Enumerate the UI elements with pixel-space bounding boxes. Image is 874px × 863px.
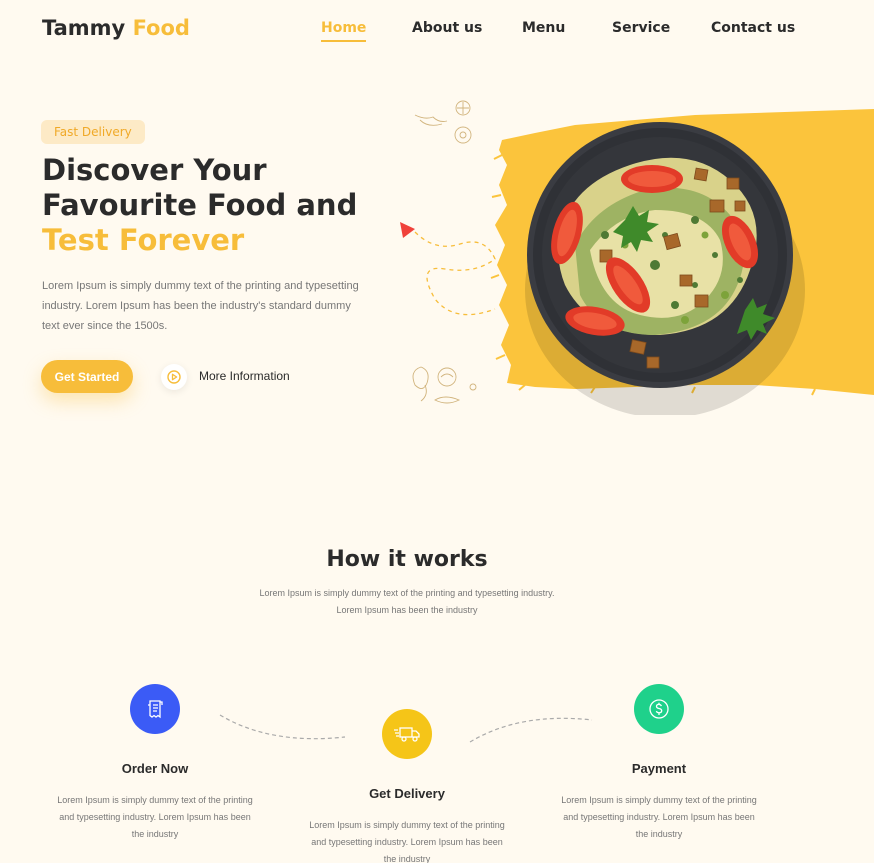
dollar-coin-icon <box>649 699 669 719</box>
step-desc-get-delivery: Lorem Ipsum is simply dummy text of the … <box>309 820 505 863</box>
step-title-get-delivery: Get Delivery <box>369 786 445 801</box>
play-circle-icon <box>167 370 181 384</box>
paper-plane-icon <box>400 222 415 238</box>
get-delivery-icon-circle <box>382 709 432 759</box>
step-title-payment: Payment <box>631 761 687 776</box>
order-now-icon-circle <box>130 684 180 734</box>
brand-name-part2: Food <box>132 16 190 40</box>
get-started-button[interactable]: Get Started <box>41 360 133 393</box>
step-desc-payment: Lorem Ipsum is simply dummy text of the … <box>561 795 757 839</box>
food-doodle-icons <box>412 100 477 404</box>
nav-menu[interactable]: Menu <box>522 20 565 36</box>
delivery-truck-icon <box>394 727 420 742</box>
how-it-works-title: How it works <box>326 547 488 572</box>
brand-name-part1: Tammy <box>42 16 126 40</box>
nav-about-us[interactable]: About us <box>412 20 482 36</box>
brand-logo[interactable]: Tammy Food <box>42 16 190 40</box>
how-it-works-subtitle: Lorem Ipsum is simply dummy text of the … <box>0 585 814 619</box>
nav-contact-us[interactable]: Contact us <box>711 20 795 36</box>
how-it-works-subtitle-text: Lorem Ipsum is simply dummy text of the … <box>259 588 555 615</box>
nav-service[interactable]: Service <box>612 20 670 36</box>
more-information-link[interactable]: More Information <box>199 369 290 383</box>
nav-home[interactable]: Home <box>321 20 367 42</box>
hero-title: Discover Your Favourite Food and Test Fo… <box>42 153 372 258</box>
step-get-delivery: Get Delivery Lorem Ipsum is simply dummy… <box>302 709 512 863</box>
hero-image <box>400 100 874 415</box>
hero-title-line1: Discover Your <box>42 153 267 187</box>
step-order-now: Order Now Lorem Ipsum is simply dummy te… <box>50 684 260 843</box>
hero-title-line3: Test Forever <box>42 223 245 257</box>
step-payment: Payment Lorem Ipsum is simply dummy text… <box>554 684 764 843</box>
receipt-icon <box>148 700 163 719</box>
play-button[interactable] <box>161 364 187 390</box>
fast-delivery-badge: Fast Delivery <box>41 120 145 144</box>
step-desc-order-now: Lorem Ipsum is simply dummy text of the … <box>57 795 253 839</box>
hero-title-line2: Favourite Food and <box>42 188 358 222</box>
hero-description: Lorem Ipsum is simply dummy text of the … <box>42 280 359 332</box>
payment-icon-circle <box>634 684 684 734</box>
step-title-order-now: Order Now <box>121 761 189 776</box>
